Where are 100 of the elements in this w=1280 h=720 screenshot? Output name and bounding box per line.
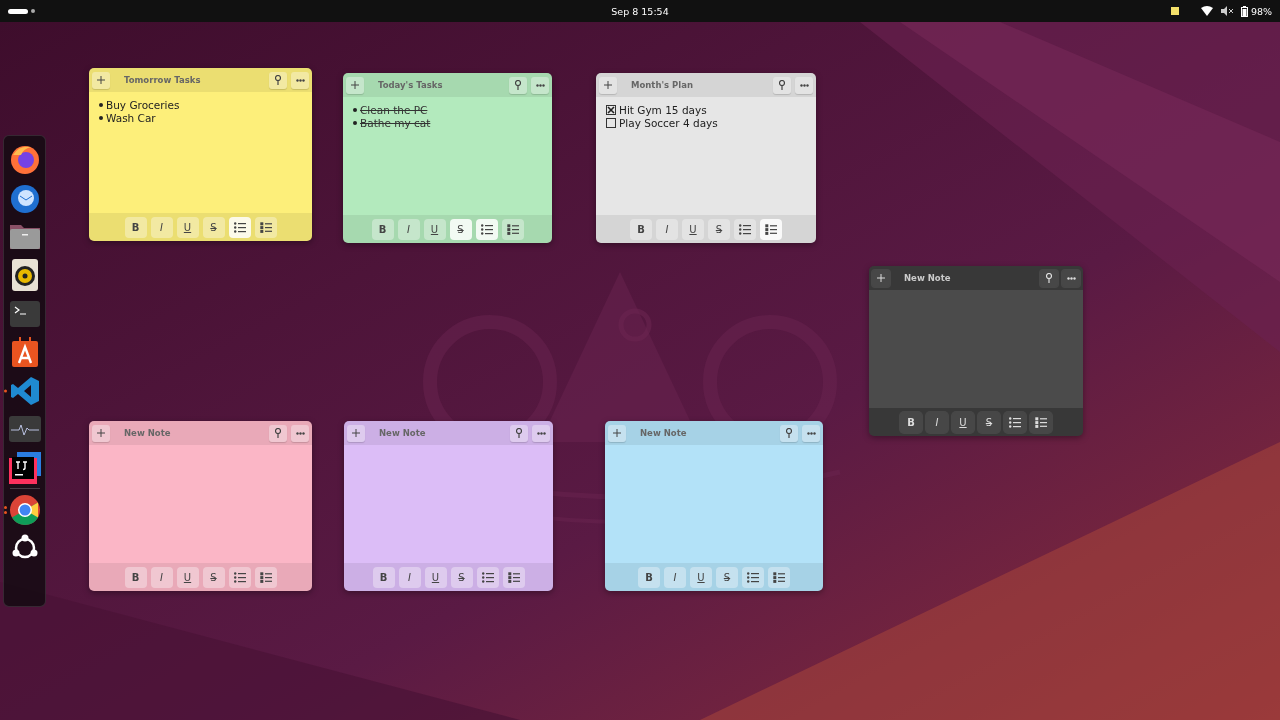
list-item-text: Buy Groceries — [106, 98, 180, 111]
code-editor-icon[interactable] — [9, 375, 40, 406]
pin-button[interactable] — [780, 424, 798, 442]
bullet-list-button[interactable] — [228, 216, 251, 238]
folder-icon[interactable] — [8, 222, 41, 251]
pin-icon — [778, 80, 786, 90]
terminal-icon[interactable] — [9, 300, 40, 327]
speaker-icon[interactable] — [11, 259, 38, 292]
bullet-list-icon — [747, 571, 759, 583]
underline-button[interactable]: U — [176, 216, 199, 238]
italic-button[interactable]: I — [150, 216, 173, 238]
pin-button[interactable] — [269, 424, 287, 442]
workspace-indicator[interactable] — [8, 8, 28, 14]
plus-icon — [604, 81, 612, 89]
task-list-icon — [506, 223, 519, 235]
underline-button[interactable]: U — [424, 566, 447, 588]
task-list-icon — [1035, 416, 1047, 428]
plus-icon — [613, 429, 621, 437]
pin-button[interactable] — [510, 424, 528, 442]
italic-button[interactable]: I — [150, 566, 173, 588]
more-options-button[interactable] — [291, 71, 309, 89]
italic-button[interactable]: I — [926, 411, 948, 433]
bullet-list-icon — [739, 223, 751, 235]
underline-button[interactable]: U — [690, 566, 712, 588]
pin-button[interactable] — [269, 71, 287, 89]
underline-button[interactable]: U — [176, 566, 199, 588]
strikethrough-button[interactable]: S — [716, 566, 738, 588]
plus-icon — [352, 429, 360, 437]
list-item-text: Bathe my cat — [360, 117, 431, 130]
fox-browser-icon[interactable] — [8, 143, 41, 176]
bullet-list-icon — [1009, 416, 1021, 428]
checkbox[interactable] — [606, 104, 616, 115]
more-icon — [295, 78, 305, 82]
note-title: Month's Plan — [630, 80, 694, 90]
more-icon — [535, 83, 545, 87]
italic-button[interactable]: I — [656, 218, 678, 240]
more-options-button[interactable] — [802, 424, 820, 442]
bullet-icon — [353, 121, 357, 126]
wifi-icon[interactable] — [1200, 6, 1213, 16]
pin-button[interactable] — [509, 76, 527, 94]
bold-button[interactable]: B — [124, 566, 147, 588]
bullet-list-icon — [233, 571, 246, 583]
add-note-button[interactable] — [872, 269, 890, 287]
plus-icon — [97, 429, 105, 437]
pin-button[interactable] — [1040, 269, 1058, 287]
bullet-list-button[interactable] — [475, 218, 498, 240]
task-list-button[interactable] — [254, 566, 277, 588]
ide-icon[interactable] — [8, 452, 41, 485]
clock[interactable]: Sep 8 15:54 — [611, 5, 669, 17]
plus-icon — [97, 76, 105, 84]
task-list-icon — [773, 571, 785, 583]
task-list-button[interactable] — [768, 566, 790, 588]
task-list-button[interactable] — [501, 218, 524, 240]
chrome-browser-icon[interactable] — [8, 493, 41, 526]
strikethrough-button[interactable]: S — [708, 218, 730, 240]
bold-button[interactable]: B — [900, 411, 922, 433]
italic-button[interactable]: I — [664, 566, 686, 588]
running-indicator — [4, 389, 7, 393]
shopping-bag-icon[interactable] — [11, 337, 38, 368]
bullet-list-button[interactable] — [476, 566, 499, 588]
note-title: New Note — [378, 428, 427, 438]
pin-icon — [514, 80, 522, 90]
bullet-list-button[interactable] — [734, 218, 756, 240]
more-options-button[interactable] — [795, 76, 813, 94]
strikethrough-button[interactable]: S — [978, 411, 1000, 433]
bold-button[interactable]: B — [371, 218, 394, 240]
task-list-button[interactable] — [502, 566, 525, 588]
strikethrough-button[interactable]: S — [450, 566, 473, 588]
bullet-list-button[interactable] — [228, 566, 251, 588]
task-list-button[interactable] — [1030, 411, 1052, 433]
underline-button[interactable]: U — [682, 218, 704, 240]
bullet-list-button[interactable] — [742, 566, 764, 588]
speaker-muted-icon[interactable] — [1220, 6, 1233, 16]
battery-percentage: 98% — [1250, 5, 1272, 17]
app-indicator-icon[interactable] — [1170, 7, 1179, 15]
plus-icon — [877, 274, 885, 282]
task-list-button[interactable] — [760, 218, 782, 240]
underline-button[interactable]: U — [423, 218, 446, 240]
task-list-button[interactable] — [254, 216, 277, 238]
more-options-button[interactable] — [291, 424, 309, 442]
italic-button[interactable]: I — [397, 218, 420, 240]
battery-icon[interactable] — [1240, 5, 1248, 17]
bold-button[interactable]: B — [630, 218, 652, 240]
underline-button[interactable]: U — [952, 411, 974, 433]
strikethrough-button[interactable]: S — [202, 216, 225, 238]
more-options-button[interactable] — [531, 76, 549, 94]
bold-button[interactable]: B — [372, 566, 395, 588]
task-list-icon — [765, 223, 777, 235]
strikethrough-button[interactable]: S — [202, 566, 225, 588]
pin-button[interactable] — [773, 76, 791, 94]
bullet-list-button[interactable] — [1004, 411, 1026, 433]
bold-button[interactable]: B — [638, 566, 660, 588]
italic-button[interactable]: I — [398, 566, 421, 588]
more-options-button[interactable] — [532, 424, 550, 442]
pin-icon — [1045, 273, 1053, 283]
activity-monitor-icon[interactable] — [8, 416, 41, 443]
strikethrough-button[interactable]: S — [449, 218, 472, 240]
bold-button[interactable]: B — [124, 216, 147, 238]
checkbox[interactable] — [606, 118, 616, 129]
more-options-button[interactable] — [1062, 269, 1080, 287]
